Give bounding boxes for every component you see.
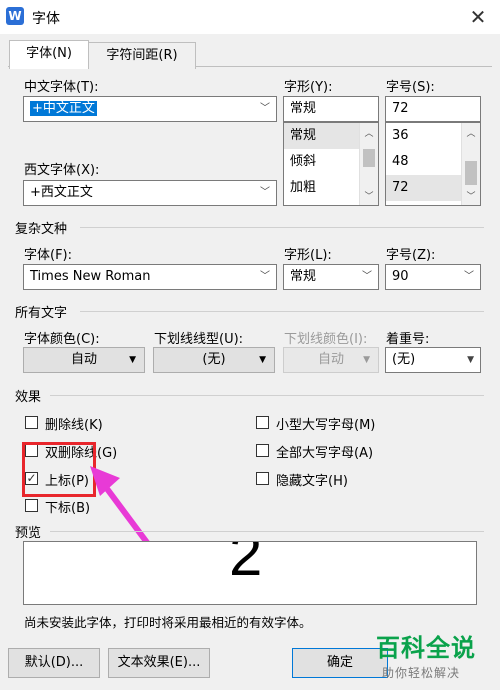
scroll-thumb[interactable] — [465, 161, 477, 185]
complex-size-value: 90 — [392, 269, 409, 284]
watermark-subtitle: 助你轻松解决 — [382, 666, 461, 680]
western-font-dropdown[interactable]: +西文正文 ﹀ — [23, 180, 277, 206]
all-caps-label: 全部大写字母(A) — [276, 446, 374, 461]
underline-color-label: 下划线颜色(I): — [284, 332, 368, 347]
title-bar — [0, 0, 500, 34]
chinese-size-input[interactable]: 72 — [385, 96, 481, 122]
caret-down-icon: ▼ — [129, 355, 136, 365]
section-title-complex: 复杂文种 — [15, 222, 68, 237]
preview-box: 2 — [23, 541, 477, 605]
dialog-title: 字体 — [32, 11, 60, 27]
caret-down-icon: ▼ — [259, 355, 266, 365]
font-color-dropdown[interactable]: 自动 ▼ — [23, 347, 145, 373]
preview-sample: 2 — [229, 541, 263, 588]
strikethrough-label: 删除线(K) — [45, 418, 103, 433]
divider — [50, 531, 484, 532]
caret-down-icon: ▼ — [467, 355, 474, 365]
complex-font-dropdown[interactable]: Times New Roman ﹀ — [23, 264, 277, 290]
scrollbar[interactable]: ︿ ﹀ — [461, 123, 480, 205]
chevron-down-icon: ﹀ — [464, 271, 474, 282]
scroll-down-icon[interactable]: ﹀ — [462, 189, 480, 202]
section-title-all-text: 所有文字 — [15, 306, 68, 321]
chinese-font-value: +中文正文 — [30, 101, 97, 116]
scroll-down-icon[interactable]: ﹀ — [360, 189, 378, 202]
default-button[interactable]: 默认(D)... — [8, 648, 100, 678]
font-color-label: 字体颜色(C): — [24, 332, 100, 347]
chinese-size-label: 字号(S): — [386, 80, 435, 95]
complex-font-label: 字体(F): — [24, 248, 73, 263]
chinese-font-dropdown[interactable]: +中文正文 ﹀ — [23, 96, 277, 122]
watermark-title: 百科全说 — [376, 634, 476, 662]
font-notice: 尚未安装此字体，打印时将采用最相近的有效字体。 — [24, 615, 312, 630]
emphasis-dropdown[interactable]: (无) ▼ — [385, 347, 481, 373]
chevron-down-icon: ﹀ — [260, 271, 270, 282]
font-color-value: 自动 — [70, 352, 97, 367]
small-caps-checkbox[interactable] — [256, 416, 269, 429]
tab-font[interactable]: 字体(N) — [9, 40, 89, 69]
scroll-thumb[interactable] — [363, 149, 375, 167]
western-font-value: +西文正文 — [30, 185, 93, 200]
underline-type-value: (无) — [202, 352, 226, 367]
hidden-text-checkbox[interactable] — [256, 472, 269, 485]
underline-type-dropdown[interactable]: (无) ▼ — [153, 347, 275, 373]
wps-writer-icon: W — [6, 7, 24, 25]
underline-color-value: 自动 — [317, 352, 344, 367]
strikethrough-checkbox[interactable] — [25, 416, 38, 429]
chevron-down-icon: ﹀ — [362, 271, 372, 282]
chinese-style-label: 字形(Y): — [284, 80, 333, 95]
emphasis-value: (无) — [392, 352, 416, 367]
complex-style-dropdown[interactable]: 常规 ﹀ — [283, 264, 379, 290]
chinese-size-listbox[interactable]: 36 48 72 ︿ ﹀ — [385, 122, 481, 206]
section-title-preview: 预览 — [15, 526, 42, 541]
complex-size-label: 字号(Z): — [386, 248, 436, 263]
hidden-text-label: 隐藏文字(H) — [276, 474, 348, 489]
scrollbar[interactable]: ︿ ﹀ — [359, 123, 378, 205]
caret-down-icon: ▼ — [363, 355, 370, 365]
complex-style-value: 常规 — [290, 269, 317, 284]
chinese-style-input[interactable]: 常规 — [283, 96, 379, 122]
underline-color-dropdown: 自动 ▼ — [283, 347, 379, 373]
complex-style-label: 字形(L): — [284, 248, 332, 263]
small-caps-label: 小型大写字母(M) — [276, 418, 376, 433]
all-caps-checkbox[interactable] — [256, 444, 269, 457]
chevron-down-icon: ﹀ — [260, 103, 270, 114]
divider — [80, 311, 484, 312]
scroll-up-icon[interactable]: ︿ — [360, 126, 378, 139]
complex-font-value: Times New Roman — [30, 269, 151, 284]
close-icon[interactable]: ✕ — [462, 3, 494, 31]
text-effects-button[interactable]: 文本效果(E)... — [108, 648, 210, 678]
subscript-checkbox[interactable] — [25, 499, 38, 512]
tab-character-spacing[interactable]: 字符间距(R) — [88, 42, 196, 69]
scroll-up-icon[interactable]: ︿ — [462, 126, 480, 139]
watermark-logo: 百科全说 助你轻松解决 — [370, 628, 498, 686]
chinese-style-listbox[interactable]: 常规 倾斜 加粗 ︿ ﹀ — [283, 122, 379, 206]
chevron-down-icon: ﹀ — [260, 187, 270, 198]
chinese-font-label: 中文字体(T): — [24, 80, 99, 95]
divider — [80, 227, 484, 228]
western-font-label: 西文字体(X): — [24, 163, 100, 178]
section-title-effects: 效果 — [15, 390, 42, 405]
divider — [50, 395, 484, 396]
underline-type-label: 下划线线型(U): — [154, 332, 244, 347]
complex-size-dropdown[interactable]: 90 ﹀ — [385, 264, 481, 290]
emphasis-label: 着重号: — [386, 332, 430, 347]
